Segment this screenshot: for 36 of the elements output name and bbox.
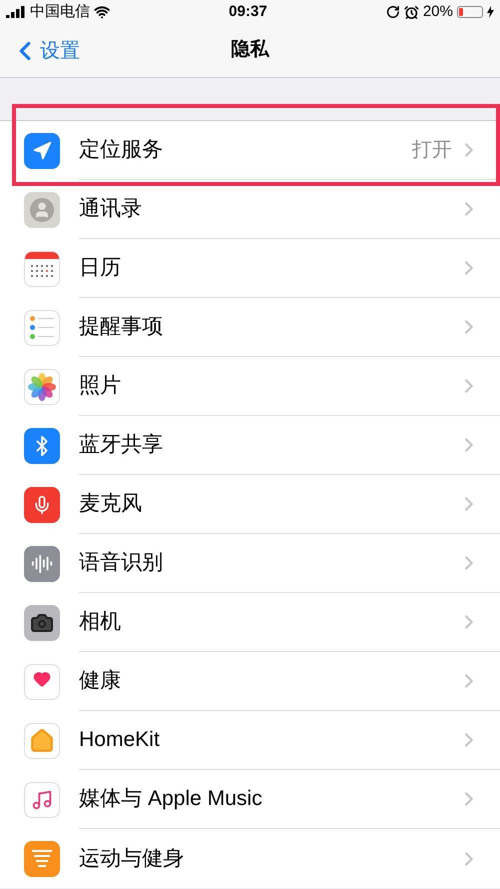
battery-icon bbox=[457, 6, 483, 18]
row-label: 提醒事项 bbox=[79, 314, 164, 340]
row-label: 蓝牙共享 bbox=[79, 432, 164, 458]
row-label: HomeKit bbox=[79, 727, 161, 754]
battery-percentage: 20% bbox=[422, 2, 453, 22]
alarm-icon bbox=[404, 4, 419, 20]
contacts-icon bbox=[24, 192, 60, 228]
row-label: 通讯录 bbox=[79, 196, 143, 222]
row-label: 语音识别 bbox=[79, 550, 164, 576]
row-label: 健康 bbox=[79, 668, 122, 694]
row-label: 照片 bbox=[79, 373, 122, 400]
reminders-list-icon bbox=[24, 310, 60, 346]
page-title: 隐私 bbox=[231, 38, 269, 62]
back-button[interactable]: 设置 bbox=[0, 36, 80, 66]
rotation-lock-icon bbox=[386, 5, 400, 19]
wifi-icon bbox=[94, 4, 110, 20]
carrier-name: 中国电信 bbox=[30, 2, 90, 22]
row-label: 媒体与 Apple Music bbox=[79, 786, 264, 812]
row-label: 定位服务 bbox=[79, 137, 164, 164]
signal-icon bbox=[6, 6, 26, 18]
row-label: 麦克风 bbox=[79, 491, 143, 518]
status-time: 09:37 bbox=[228, 2, 268, 22]
camera-icon bbox=[24, 604, 60, 640]
calendar-icon bbox=[24, 250, 60, 286]
music-note-icon bbox=[24, 782, 60, 818]
row-value: 打开 bbox=[412, 138, 452, 163]
row-label: 日历 bbox=[79, 255, 122, 282]
house-icon bbox=[24, 722, 60, 758]
fitness-stripes-icon bbox=[24, 840, 60, 876]
microphone-icon bbox=[24, 486, 60, 522]
waveform-icon bbox=[24, 546, 60, 582]
flower-icon bbox=[24, 368, 60, 404]
bluetooth-icon bbox=[24, 428, 60, 464]
row-label: 相机 bbox=[79, 609, 122, 636]
charging-bolt-icon bbox=[487, 6, 494, 18]
row-label: 运动与健身 bbox=[79, 846, 185, 872]
